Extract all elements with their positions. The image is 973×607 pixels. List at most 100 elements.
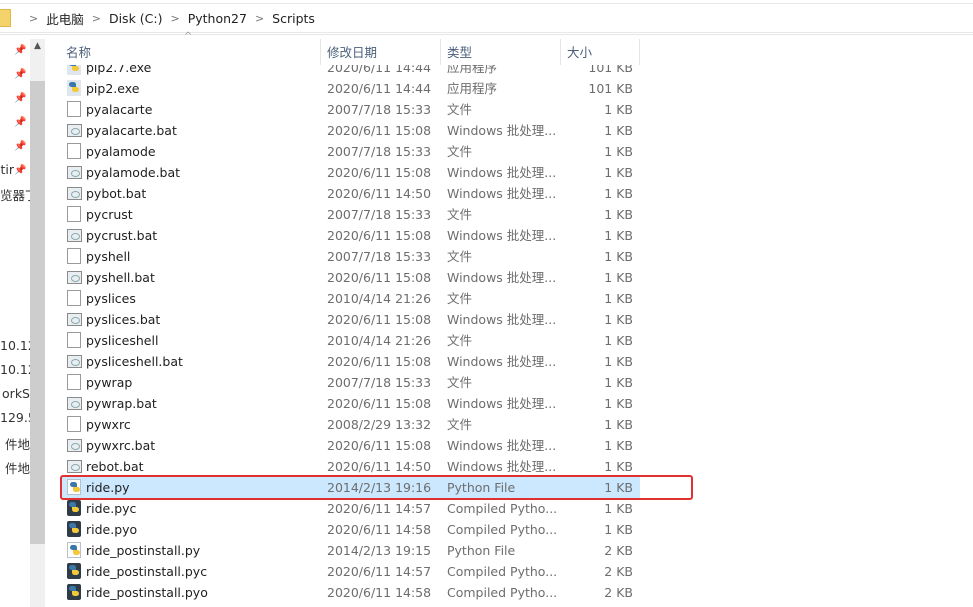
column-header-size[interactable]: 大小 (561, 39, 640, 65)
file-size: 1 KB (604, 438, 633, 453)
scrollbar-thumb[interactable] (30, 81, 45, 544)
file-row[interactable]: pywxrc 2008/2/29 13:32 文件 1 KB (60, 414, 640, 435)
nav-item[interactable]: 129.5 (0, 410, 30, 430)
breadcrumb-scripts[interactable]: Scripts (272, 11, 315, 26)
breadcrumb-python27[interactable]: Python27 (188, 11, 247, 26)
file-row[interactable]: ride.pyc 2020/6/11 14:57 Compiled Pytho...… (60, 498, 640, 519)
file-date: 2020/6/11 15:08 (327, 354, 432, 369)
file-row[interactable]: pywrap 2007/7/18 15:33 文件 1 KB (60, 372, 640, 393)
pin-icon[interactable]: 📌 (14, 69, 26, 80)
nav-item[interactable]: 10.12 (0, 338, 30, 358)
compiled-python-icon (67, 500, 81, 516)
file-row[interactable]: ride.pyo 2020/6/11 14:58 Compiled Pytho...… (60, 519, 640, 540)
nav-item[interactable]: tir (0, 162, 14, 182)
python-logo-icon (69, 523, 79, 533)
file-type: Compiled Pytho... (447, 585, 558, 600)
file-date: 2020/6/11 15:08 (327, 396, 432, 411)
nav-scrollbar[interactable]: ▲ (30, 39, 45, 607)
file-type: Windows 批处理... (447, 165, 557, 180)
nav-item[interactable]: 件地 (0, 434, 30, 454)
pin-icon[interactable]: 📌 (14, 45, 26, 56)
file-date: 2008/2/29 13:32 (327, 417, 432, 432)
batch-file-icon (67, 124, 82, 137)
nav-item[interactable]: 件地 (0, 458, 30, 478)
file-type: Windows 批处理... (447, 438, 557, 453)
file-row[interactable]: pip2.exe 2020/6/11 14:44 应用程序 101 KB (60, 78, 640, 99)
file-date: 2010/4/14 21:26 (327, 333, 432, 348)
file-size: 1 KB (604, 501, 633, 516)
pin-icon[interactable]: 📌 (14, 117, 26, 128)
file-type: Windows 批处理... (447, 270, 557, 285)
column-header-name[interactable]: 名称 (60, 39, 321, 65)
file-name: rebot.bat (86, 459, 144, 474)
file-row[interactable]: pycrust 2007/7/18 15:33 文件 1 KB (60, 204, 640, 225)
file-name: pywxrc.bat (86, 438, 156, 453)
file-date: 2007/7/18 15:33 (327, 249, 432, 264)
file-date: 2020/6/11 15:08 (327, 270, 432, 285)
nav-item[interactable]: 览器丁 (0, 185, 30, 205)
file-name: pyshell.bat (86, 270, 155, 285)
file-row[interactable]: pyslices.bat 2020/6/11 15:08 Windows 批处理..… (60, 309, 640, 330)
file-row[interactable]: pyalamode.bat 2020/6/11 15:08 Windows 批处理.… (60, 162, 640, 183)
pin-icon[interactable]: 📌 (14, 141, 26, 152)
file-row[interactable]: pywxrc.bat 2020/6/11 15:08 Windows 批处理... 1… (60, 435, 640, 456)
python-logo-icon (69, 82, 79, 92)
file-name: ride.pyc (86, 501, 137, 516)
batch-file-icon (67, 187, 82, 200)
file-date: 2020/6/11 14:50 (327, 186, 432, 201)
file-type: 文件 (447, 375, 473, 390)
address-bar[interactable]: > 此电脑 > Disk (C:) > Python27 > Scripts (0, 0, 973, 35)
file-row[interactable]: ride.py 2014/2/13 19:16 Python File 1 KB (60, 477, 640, 498)
breadcrumb-disk-c[interactable]: Disk (C:) (109, 11, 163, 26)
file-date: 2020/6/11 14:44 (327, 81, 432, 96)
python-file-icon (67, 479, 81, 495)
nav-item[interactable]: 10.12 (0, 362, 30, 382)
file-name: pysliceshell.bat (86, 354, 183, 369)
pin-icon[interactable]: 📌 (14, 165, 26, 176)
file-row[interactable]: ride_postinstall.pyc 2020/6/11 14:57 Compi… (60, 561, 640, 582)
compiled-python-icon (67, 521, 81, 537)
file-row[interactable]: pysliceshell 2010/4/14 21:26 文件 1 KB (60, 330, 640, 351)
file-icon (67, 416, 81, 432)
file-size: 2 KB (604, 543, 633, 558)
nav-item[interactable]: orkS (0, 386, 30, 406)
file-date: 2014/2/13 19:15 (327, 543, 432, 558)
file-name: pyalacarte (86, 102, 153, 117)
file-row[interactable]: pyalacarte 2007/7/18 15:33 文件 1 KB (60, 99, 640, 120)
chevron-right-icon[interactable]: > (170, 12, 179, 25)
file-size: 1 KB (604, 270, 633, 285)
file-row[interactable]: ride_postinstall.py 2014/2/13 19:15 Python… (60, 540, 640, 561)
file-name: ride.pyo (86, 522, 138, 537)
file-date: 2007/7/18 15:33 (327, 144, 432, 159)
file-row[interactable]: pycrust.bat 2020/6/11 15:08 Windows 批处理...… (60, 225, 640, 246)
file-row[interactable]: pysliceshell.bat 2020/6/11 15:08 Windows 批… (60, 351, 640, 372)
file-icon (67, 206, 81, 222)
file-type: 文件 (447, 144, 473, 159)
file-size: 1 KB (604, 417, 633, 432)
file-row[interactable]: pyalamode 2007/7/18 15:33 文件 1 KB (60, 141, 640, 162)
chevron-right-icon[interactable]: > (29, 12, 38, 25)
file-size: 1 KB (604, 165, 633, 180)
file-row[interactable]: pyshell 2007/7/18 15:33 文件 1 KB (60, 246, 640, 267)
pin-icon[interactable]: 📌 (14, 93, 26, 104)
file-row[interactable]: pyslices 2010/4/14 21:26 文件 1 KB (60, 288, 640, 309)
file-row[interactable]: pybot.bat 2020/6/11 14:50 Windows 批处理... 1 … (60, 183, 640, 204)
chevron-right-icon[interactable]: > (255, 12, 264, 25)
file-type: 文件 (447, 207, 473, 222)
file-row[interactable]: pyalacarte.bat 2020/6/11 15:08 Windows 批处理… (60, 120, 640, 141)
file-name: pyslices.bat (86, 312, 161, 327)
breadcrumb-this-pc[interactable]: 此电脑 (46, 9, 84, 28)
file-row[interactable]: rebot.bat 2020/6/11 14:50 Windows 批处理... 1 … (60, 456, 640, 477)
column-header-type[interactable]: 类型 (441, 39, 561, 65)
python-logo-icon (69, 502, 79, 512)
file-row[interactable]: pyshell.bat 2020/6/11 15:08 Windows 批处理...… (60, 267, 640, 288)
file-type: Windows 批处理... (447, 123, 557, 138)
batch-file-icon (67, 229, 82, 242)
scroll-up-icon[interactable]: ▲ (30, 39, 45, 54)
file-name: pywrap.bat (86, 396, 157, 411)
column-header-date[interactable]: 修改日期 (321, 39, 441, 65)
file-row[interactable]: ride_postinstall.pyo 2020/6/11 14:58 Compi… (60, 582, 640, 603)
chevron-right-icon[interactable]: > (92, 12, 101, 25)
file-type: Python File (447, 480, 516, 495)
file-row[interactable]: pywrap.bat 2020/6/11 15:08 Windows 批处理... 1… (60, 393, 640, 414)
